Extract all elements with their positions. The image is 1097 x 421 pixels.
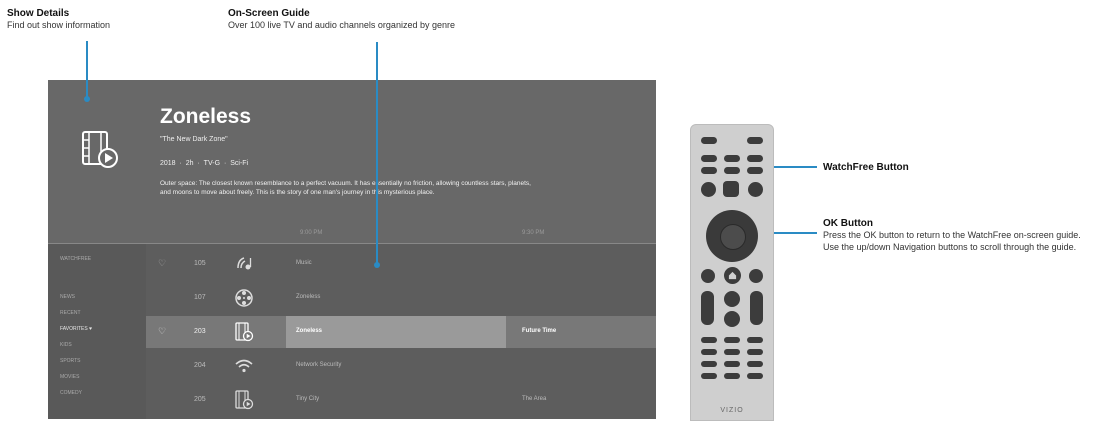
number-button[interactable]: [701, 373, 717, 379]
sidebar-item-favorites[interactable]: FAVORITES ♥: [60, 326, 92, 332]
app-button-6[interactable]: [747, 167, 763, 174]
film-reel-icon: [235, 289, 253, 307]
audio-channel-icon: [237, 257, 252, 270]
app-button-4[interactable]: [701, 167, 717, 174]
number-button[interactable]: [701, 361, 717, 367]
channel-number: 105: [194, 260, 206, 267]
sidebar-item-recent[interactable]: RECENT: [60, 310, 81, 316]
program-title: Tiny City: [296, 396, 320, 402]
show-details-panel: Zoneless "The New Dark Zone" 2018 · 2h ·…: [48, 80, 656, 243]
app-button-5[interactable]: [724, 167, 740, 174]
sidebar-item-movies[interactable]: MOVIES: [60, 374, 79, 380]
show-title: Zoneless: [160, 105, 252, 128]
channel-row-selected[interactable]: ♡ 203 Zoneless Future Time: [146, 316, 656, 348]
program-title: Zoneless: [296, 328, 323, 334]
ok-button[interactable]: [720, 224, 746, 250]
watchfree-button[interactable]: [723, 181, 739, 197]
app-button-2[interactable]: [724, 155, 740, 162]
home-icon: [728, 271, 737, 280]
sidebar-item-watchfree[interactable]: WATCHFREE: [60, 256, 91, 262]
show-details-leader-line: [86, 41, 88, 98]
channel-row[interactable]: ♡ 105 Music: [146, 248, 656, 280]
sidebar-item-news[interactable]: NEWS: [60, 294, 75, 300]
power-button[interactable]: [747, 137, 763, 144]
channel-number: 107: [194, 294, 206, 301]
channel-number: 205: [194, 396, 206, 403]
favorite-heart-icon[interactable]: ♡: [158, 258, 166, 269]
film-play-icon: [235, 390, 254, 410]
mute-button[interactable]: [724, 291, 740, 307]
channel-guide: WATCHFREE NEWS RECENT FAVORITES ♥ KIDS S…: [48, 243, 656, 419]
navigation-dpad[interactable]: [706, 210, 758, 262]
next-program-title: The Area: [522, 396, 547, 402]
ok-title: OK Button: [823, 218, 873, 229]
timeline: 9:00 PM 9:30 PM: [48, 228, 656, 243]
program-title: Music: [296, 260, 312, 266]
program-title: Network Security: [296, 362, 342, 368]
number-button[interactable]: [747, 361, 763, 367]
episode-title: "The New Dark Zone": [160, 136, 228, 143]
guide-desc: Over 100 live TV and audio channels orga…: [228, 20, 455, 30]
number-button[interactable]: [701, 349, 717, 355]
program-cell[interactable]: Zoneless: [286, 282, 506, 314]
program-cell[interactable]: Music: [286, 248, 506, 280]
tv-screen: Zoneless "The New Dark Zone" 2018 · 2h ·…: [48, 80, 656, 419]
show-synopsis: Outer space: The closest known resemblan…: [160, 180, 531, 196]
number-button[interactable]: [747, 373, 763, 379]
number-button[interactable]: [724, 373, 740, 379]
remote-brand-logo: VIZIO: [720, 407, 744, 414]
guide-leader-dot: [374, 262, 380, 268]
play-pause-button[interactable]: [724, 311, 740, 327]
favorite-heart-icon[interactable]: ♡: [158, 326, 166, 337]
program-title: Zoneless: [296, 294, 321, 300]
app-button-1[interactable]: [701, 155, 717, 162]
channel-rocker[interactable]: [750, 291, 763, 325]
show-details-desc: Find out show information: [7, 20, 111, 30]
app-button-3[interactable]: [747, 155, 763, 162]
watchfree-callout: WatchFree Button: [823, 162, 909, 173]
program-cell[interactable]: Zoneless: [286, 316, 506, 348]
category-sidebar: WATCHFREE NEWS RECENT FAVORITES ♥ KIDS S…: [48, 243, 146, 419]
back-round-button[interactable]: [701, 269, 715, 283]
menu-button[interactable]: [748, 182, 763, 197]
channel-number: 203: [194, 328, 206, 335]
next-program-title: Future Time: [522, 328, 557, 334]
ok-desc: Press the OK button to return to the Wat…: [823, 230, 1081, 253]
channel-row[interactable]: 107 Zoneless: [146, 282, 656, 314]
back-button[interactable]: [701, 182, 716, 197]
channel-number: 204: [194, 362, 206, 369]
show-details-title: Show Details: [7, 8, 70, 19]
wifi-icon: [235, 359, 253, 373]
number-button[interactable]: [747, 349, 763, 355]
guide-leader-line: [376, 42, 378, 264]
time-slot-2: 9:30 PM: [522, 230, 545, 236]
show-details-leader-dot: [84, 96, 90, 102]
program-cell[interactable]: Tiny City: [286, 384, 506, 416]
number-button[interactable]: [724, 361, 740, 367]
show-details-callout: Show Details Find out show information: [7, 8, 110, 31]
number-button[interactable]: [724, 337, 740, 343]
channel-row[interactable]: 205 Tiny City The Area: [146, 384, 656, 416]
ok-callout: OK Button Press the OK button to return …: [823, 218, 1085, 253]
volume-rocker[interactable]: [701, 291, 714, 325]
number-button[interactable]: [724, 349, 740, 355]
time-slot-1: 9:00 PM: [300, 230, 323, 236]
input-button[interactable]: [701, 137, 717, 144]
number-button[interactable]: [747, 337, 763, 343]
film-play-icon: [235, 322, 254, 342]
channel-row[interactable]: 204 Network Security: [146, 350, 656, 382]
watchfree-title: WatchFree Button: [823, 162, 909, 173]
film-play-icon: [82, 131, 118, 168]
info-button[interactable]: [749, 269, 763, 283]
remote-control: VIZIO: [690, 124, 774, 421]
channel-rows: ♡ 105 Music 107 Zoneless ♡ 203 Zoneless …: [146, 243, 656, 419]
sidebar-item-kids[interactable]: KIDS: [60, 342, 72, 348]
guide-title: On-Screen Guide: [228, 8, 310, 19]
show-meta: 2018 · 2h · TV-G · Sci-Fi: [160, 160, 249, 167]
guide-callout: On-Screen Guide Over 100 live TV and aud…: [228, 8, 455, 31]
number-button[interactable]: [701, 337, 717, 343]
sidebar-item-comedy[interactable]: COMEDY: [60, 390, 82, 396]
program-cell[interactable]: Network Security: [286, 350, 506, 382]
sidebar-item-sports[interactable]: SPORTS: [60, 358, 80, 364]
